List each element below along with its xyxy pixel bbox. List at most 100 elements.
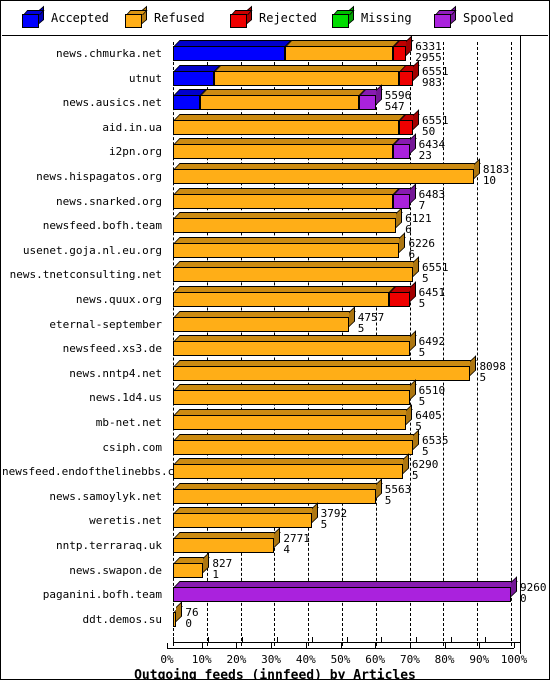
bar-value-secondary: 4 <box>283 543 291 556</box>
bar-segment-side <box>203 551 210 573</box>
bar-segment-refused <box>173 551 211 578</box>
y-axis-label: newsfeed.xs3.de <box>62 342 162 356</box>
bar-segment-refused <box>173 428 420 455</box>
bar-value-label: 827 1 <box>212 558 232 580</box>
bar-segment-side <box>470 355 477 376</box>
y-axis-label: news.samoylyk.net <box>49 489 162 503</box>
bar-segment-top <box>174 113 407 120</box>
bar-value-label: 6451 5 <box>419 287 446 309</box>
x-axis-tick <box>236 643 238 648</box>
bar-segment-top <box>214 64 407 71</box>
bar-segment-accepted <box>173 40 292 61</box>
bar-segment-top <box>174 433 420 440</box>
gridline <box>511 42 512 646</box>
x-axis-tick-back <box>207 637 209 642</box>
bar-value-label: 6483 7 <box>419 189 446 211</box>
x-axis-tick-back <box>450 637 452 642</box>
bars-area: news.chmurka.net 6331 2955 utnut 6551 983 news… <box>2 35 548 666</box>
bar-segment-side <box>348 305 355 327</box>
bar-segment-refused <box>173 330 417 357</box>
bar-segment-refused <box>173 138 400 160</box>
bar-segment-side <box>406 404 413 425</box>
bar-segment-top <box>174 532 282 538</box>
bar-segment-refused <box>173 453 410 480</box>
bar-segment-refused <box>173 502 319 529</box>
bar-segment-refused <box>173 286 397 307</box>
bar-value-secondary: 10 <box>482 174 497 187</box>
cube-front-face <box>332 14 349 28</box>
bar-segment-top <box>174 261 420 268</box>
cube-icon-spooled <box>434 5 457 28</box>
bar-value-label: 6405 5 <box>415 410 442 432</box>
x-axis-back-line <box>173 642 520 643</box>
y-axis-label: news.swapon.de <box>69 563 162 577</box>
bar-value-secondary: 547 <box>384 100 405 114</box>
y-axis-label: mb-net.net <box>95 416 162 429</box>
bar-segment-refused <box>173 601 184 627</box>
bar-value-label: 8183 10 <box>483 164 510 186</box>
bar-value-secondary: 1 <box>212 567 220 581</box>
bar-segment-side <box>375 84 382 106</box>
x-axis-tick <box>271 643 273 648</box>
bar-value-label: 6551 5 <box>422 262 449 284</box>
bar-value-label: 76 0 <box>185 607 198 629</box>
bar-segment-rejected <box>389 281 417 307</box>
cube-front-face <box>125 14 142 28</box>
x-axis-tick <box>201 643 203 648</box>
y-axis-label: paganini.bofh.team <box>42 588 162 602</box>
bar-value-secondary: 5 <box>421 444 429 458</box>
bar-segment-top <box>174 310 356 317</box>
y-axis-label: ddt.demos.su <box>82 612 162 626</box>
cube-icon-refused <box>125 5 148 28</box>
bar-segment-spooled <box>358 84 383 111</box>
bar-value-secondary: 5 <box>418 395 426 409</box>
chart-legend: Accepted Refused Rejected Missing Spooled <box>2 2 548 36</box>
bar-segment-refused <box>173 404 414 430</box>
y-axis-label: i2pn.org <box>109 145 162 159</box>
y-axis-label: news.nntp4.net <box>69 366 162 380</box>
bar-value-secondary: 0 <box>520 592 527 606</box>
legend-label: Spooled <box>463 11 514 25</box>
x-axis-tick <box>167 643 168 648</box>
bar-segment-top <box>174 384 417 391</box>
y-axis-label: newsfeed.bofh.team <box>42 219 162 233</box>
bar-value-label: 6535 5 <box>422 435 449 457</box>
bar-value-label: 6331 2955 <box>415 41 442 63</box>
bar-value-label: 8098 5 <box>479 361 506 383</box>
bar-value-secondary: 5 <box>320 518 328 532</box>
x-axis-tick-back <box>485 637 487 642</box>
bar-value-secondary: 7 <box>418 198 426 212</box>
bar-value-label: 6510 5 <box>419 385 446 407</box>
bar-value-label: 3792 5 <box>321 508 348 530</box>
x-axis-tick <box>375 643 377 648</box>
bar-segment-refused <box>284 40 400 61</box>
y-axis-label: utnut <box>128 71 162 85</box>
bar-segment-refused <box>173 305 356 332</box>
x-axis-tick-label: 100% <box>500 653 528 666</box>
bar-segment-top <box>285 40 400 46</box>
bar-value-secondary: 5 <box>418 346 426 360</box>
bar-segment-top <box>174 187 400 194</box>
bar-value-secondary: 5 <box>384 493 392 507</box>
bar-value-secondary: 2955 <box>415 51 442 64</box>
y-axis-label: news.hispagatos.org <box>36 170 162 183</box>
bar-value-label: 6290 5 <box>412 459 439 481</box>
y-axis-label: news.tnetconsulting.net <box>9 268 162 282</box>
bar-value-label: 6492 5 <box>419 336 446 358</box>
bar-value-label: 4757 5 <box>358 312 385 334</box>
bar-value-secondary: 983 <box>421 75 442 89</box>
bar-segment-side <box>473 158 480 179</box>
bar-segment-side <box>409 133 416 155</box>
bar-segment-side <box>311 502 318 524</box>
x-axis-tick-back <box>520 637 521 642</box>
y-axis-label: weretis.net <box>89 514 162 528</box>
bar-value-secondary: 5 <box>418 297 426 310</box>
chart-x-title: Outgoing feeds (innfeed) by Articles <box>134 668 416 680</box>
bar-segment-top <box>174 40 292 46</box>
bar-segment-side <box>511 576 517 598</box>
bar-value-secondary: 23 <box>418 149 432 163</box>
bar-segment-rejected <box>399 109 420 135</box>
bar-segment-refused <box>173 527 282 553</box>
cube-front-face <box>434 14 451 28</box>
bar-segment-side <box>176 601 183 622</box>
